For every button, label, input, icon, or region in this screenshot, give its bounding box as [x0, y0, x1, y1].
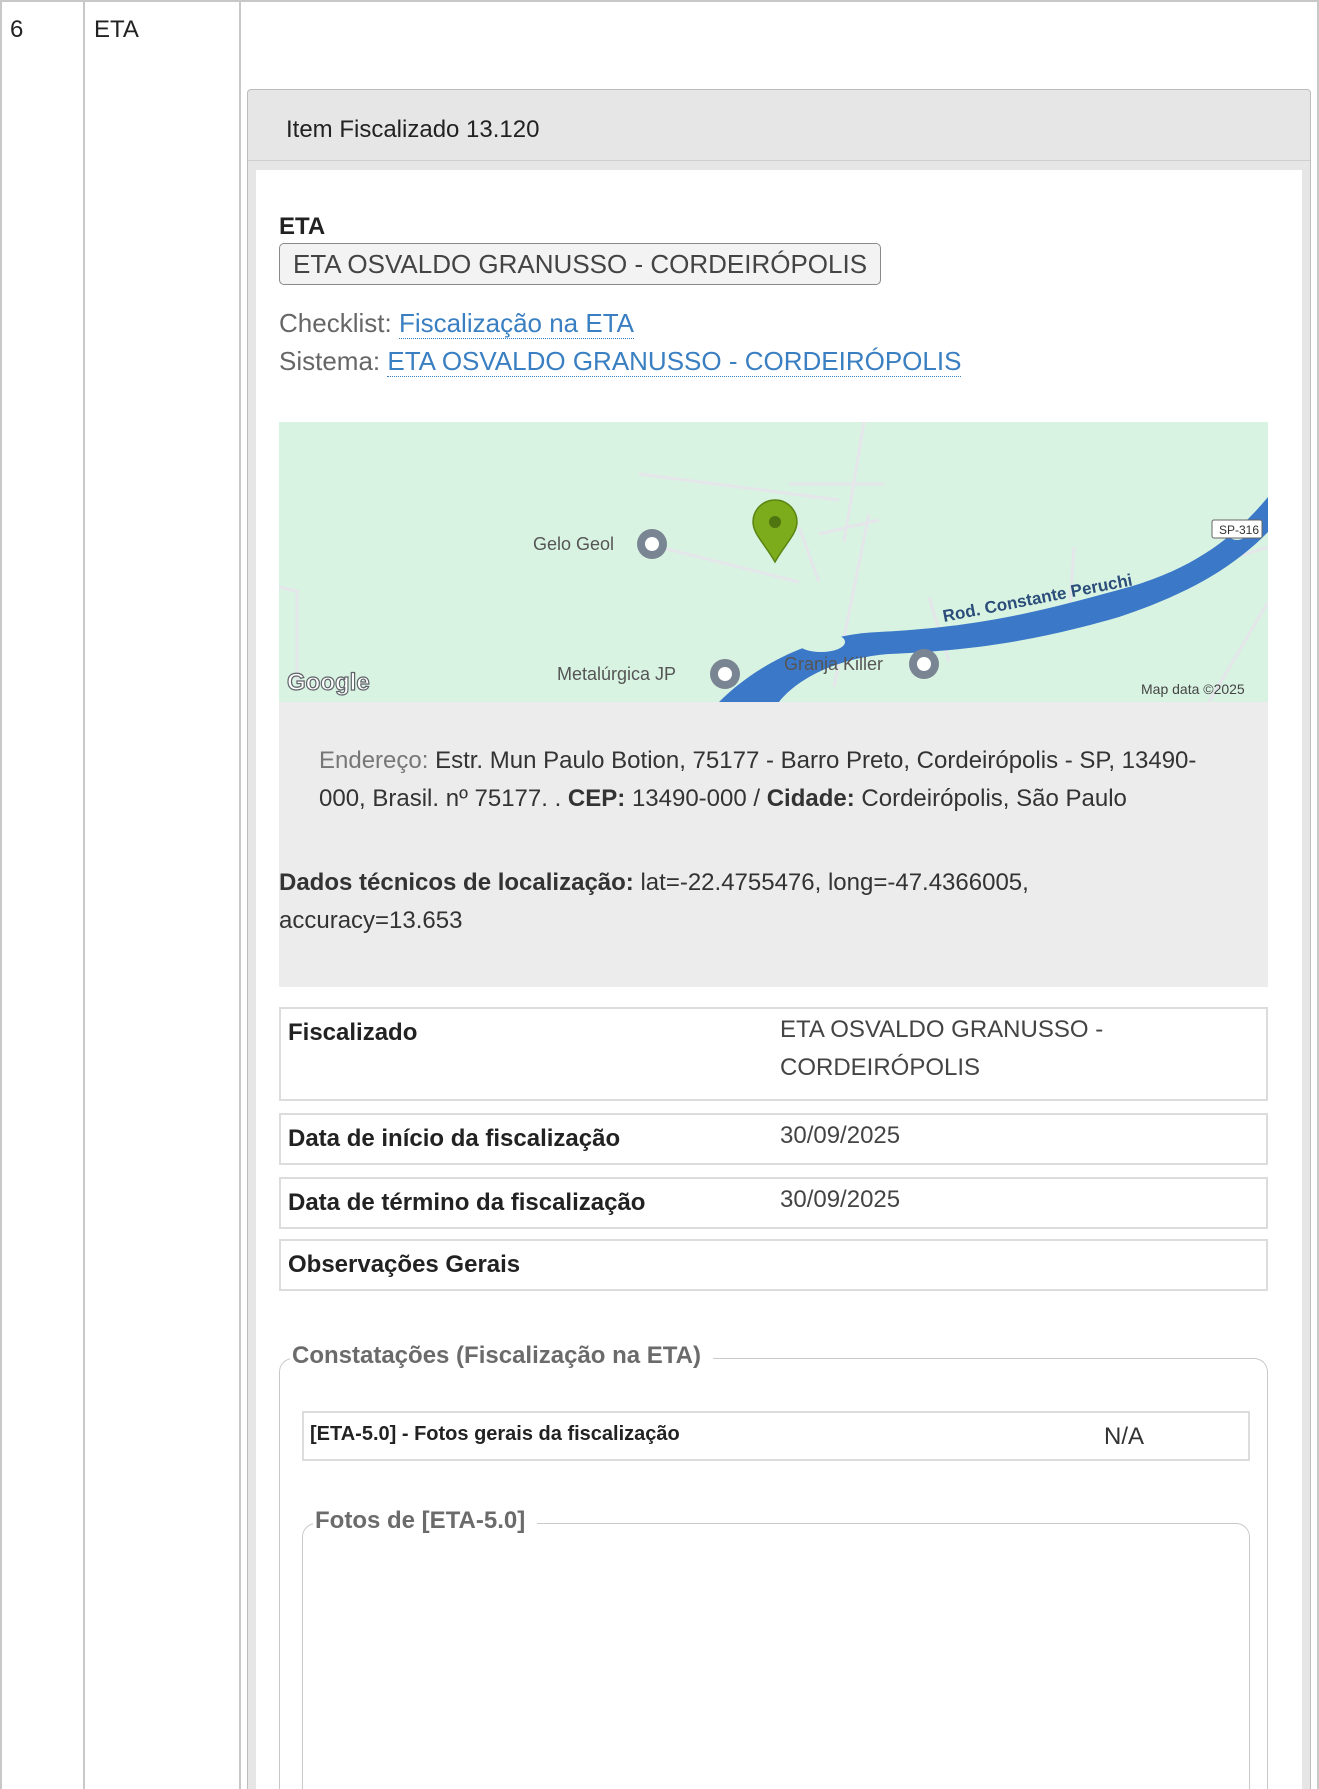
column-divider: [83, 2, 85, 1789]
detail-value: ETA OSVALDO GRANUSSO - CORDEIRÓPOLIS: [780, 1016, 1104, 1081]
cidade-value: Cordeirópolis, São Paulo: [861, 785, 1127, 812]
tech-label: Dados técnicos de localização:: [279, 869, 634, 896]
constatacao-label: [ETA-5.0] - Fotos gerais da fiscalização: [310, 1423, 680, 1445]
fotos-fieldset: Fotos de [ETA-5.0]: [302, 1507, 1250, 1789]
map-canvas: Rod. Constante Peruchi SP-316 Gelo Geol …: [279, 422, 1268, 702]
detail-value: 30/09/2025: [780, 1186, 901, 1213]
tech-location: Dados técnicos de localização: lat=-22.4…: [279, 864, 1179, 940]
column-divider: [239, 2, 241, 1789]
cidade-label: Cidade:: [766, 785, 855, 812]
eta-tag: ETA OSVALDO GRANUSSO - CORDEIRÓPOLIS: [279, 243, 882, 285]
place-label-granja-killer: Granja Killer: [784, 654, 883, 674]
detail-row-observacoes: Observações Gerais: [279, 1239, 1268, 1291]
endereco-label: Endereço:: [319, 747, 429, 774]
place-pin-icon[interactable]: [710, 659, 740, 689]
constatacoes-fieldset: Constatações (Fiscalização na ETA) [ETA-…: [279, 1342, 1268, 1789]
detail-row-termino: Data de término da fiscalização 30/09/20…: [279, 1177, 1268, 1229]
table-border-left: [0, 2, 2, 1789]
eta-label: ETA: [279, 213, 326, 240]
google-logo: Google: [287, 669, 370, 696]
constatacao-value: N/A: [1104, 1423, 1145, 1450]
detail-label: Fiscalizado: [288, 1019, 418, 1046]
item-card-header: Item Fiscalizado 13.120: [248, 90, 1310, 161]
place-pin-icon[interactable]: [637, 529, 667, 559]
highway-shield-label: SP-316: [1219, 523, 1259, 537]
row-number: 6: [10, 16, 24, 43]
location-info: Endereço: Estr. Mun Paulo Botion, 75177 …: [279, 702, 1268, 987]
checklist-link[interactable]: Fiscalização na ETA: [398, 308, 634, 339]
place-label-metalurgica: Metalúrgica JP: [557, 664, 676, 684]
map-attribution: Map data ©2025: [1141, 681, 1245, 697]
sistema-label: Sistema:: [279, 346, 381, 376]
results-table: 6 ETA Item Fiscalizado 13.120 ETA ETA OS…: [0, 0, 1319, 1789]
checklist-line: Checklist: Fiscalização na ETA: [279, 308, 634, 339]
checklist-label: Checklist:: [279, 308, 392, 338]
constatacoes-legend: Constatações (Fiscalização na ETA): [290, 1342, 714, 1370]
detail-row-fiscalizado: Fiscalizado ETA OSVALDO GRANUSSO - CORDE…: [279, 1007, 1268, 1101]
detail-label: Observações Gerais: [288, 1251, 521, 1278]
item-card: Item Fiscalizado 13.120 ETA ETA OSVALDO …: [247, 89, 1311, 1789]
place-pin-icon[interactable]: [909, 649, 939, 679]
item-card-body: ETA ETA OSVALDO GRANUSSO - CORDEIRÓPOLIS…: [256, 170, 1302, 1789]
constatacao-item: [ETA-5.0] - Fotos gerais da fiscalização…: [302, 1411, 1250, 1461]
fotos-legend: Fotos de [ETA-5.0]: [313, 1507, 538, 1535]
detail-label: Data de término da fiscalização: [288, 1189, 646, 1216]
detail-value: 30/09/2025: [780, 1122, 901, 1149]
cep-value: 13490-000 /: [631, 785, 761, 812]
location-map[interactable]: Rod. Constante Peruchi SP-316 Gelo Geol …: [279, 422, 1268, 702]
sistema-line: Sistema: ETA OSVALDO GRANUSSO - CORDEIRÓ…: [279, 346, 962, 377]
detail-label: Data de início da fiscalização: [288, 1125, 621, 1152]
row-name: ETA: [94, 16, 139, 43]
cep-label: CEP:: [567, 785, 626, 812]
place-label-gelo-geol: Gelo Geol: [533, 534, 614, 554]
address-block: Endereço: Estr. Mun Paulo Botion, 75177 …: [319, 742, 1219, 818]
detail-row-inicio: Data de início da fiscalização 30/09/202…: [279, 1113, 1268, 1165]
sistema-link[interactable]: ETA OSVALDO GRANUSSO - CORDEIRÓPOLIS: [387, 346, 962, 377]
